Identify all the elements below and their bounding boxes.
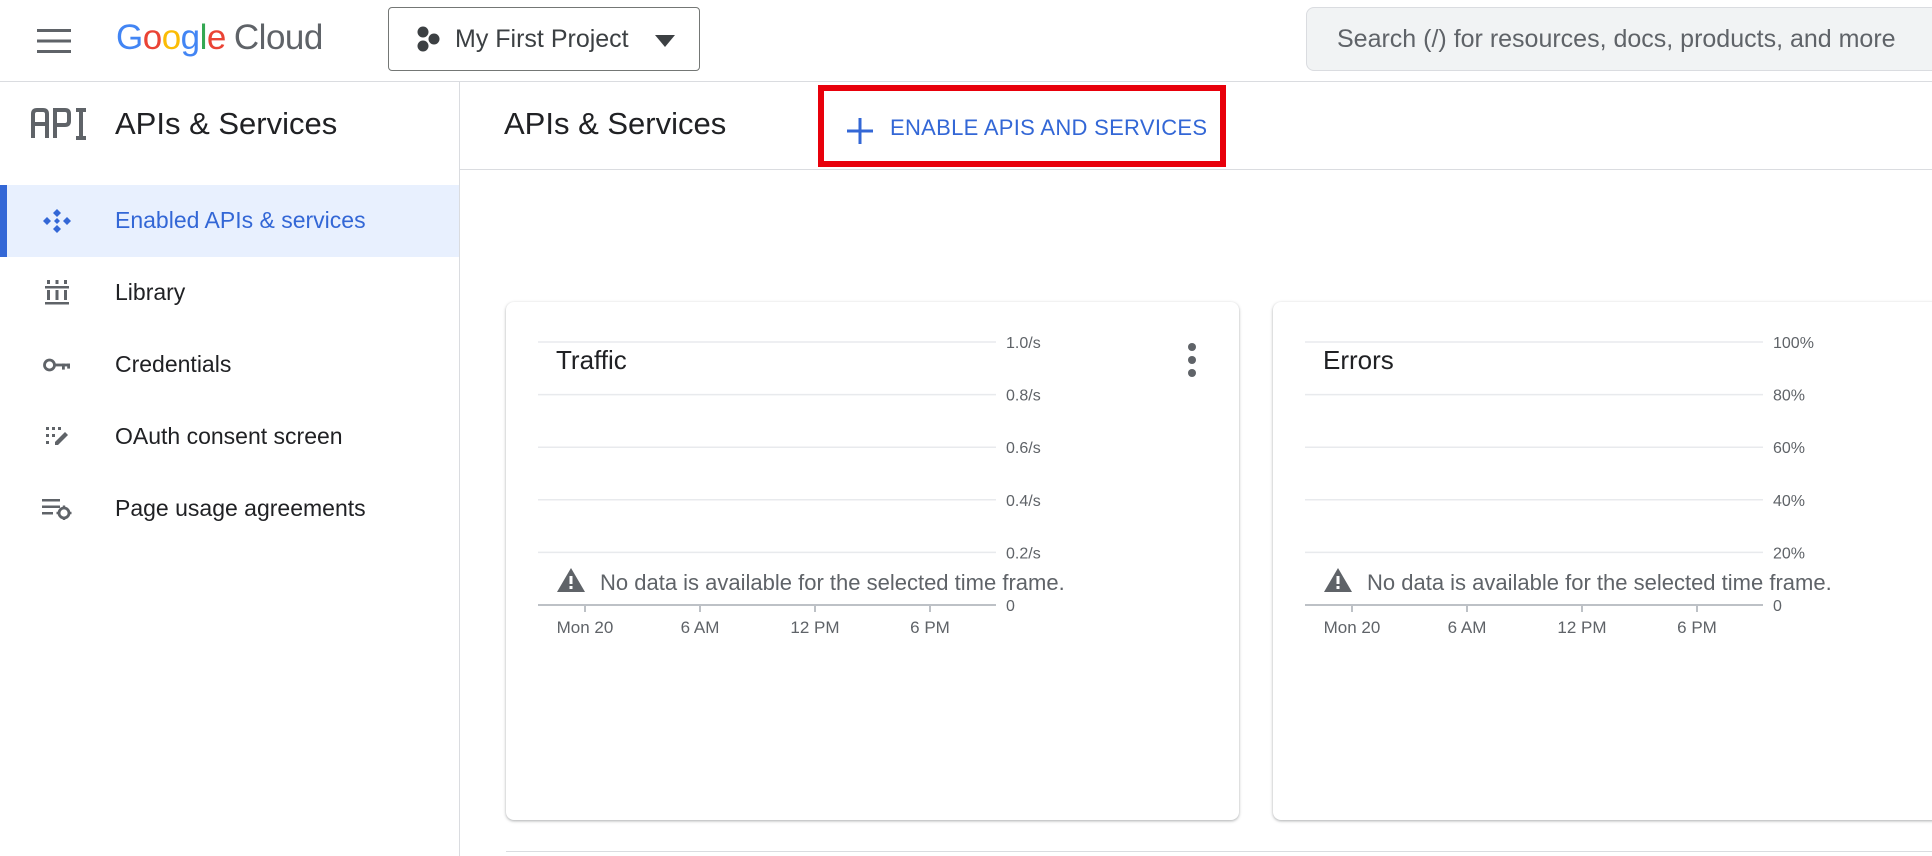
traffic-chart-card: Traffic 1.0/s 0.8/s 0.6/s 0.4/s 0.2/s 0 Mon 20… xyxy=(506,302,1239,820)
sidebar-item-oauth-consent[interactable]: OAuth consent screen xyxy=(0,401,459,473)
hamburger-menu-icon[interactable] xyxy=(30,17,78,65)
errors-chart-plot: 100% 80% 60% 40% 20% 0 Mon 20 6 AM 12 PM 6 PM xyxy=(1305,335,1814,637)
google-cloud-logo[interactable]: Google Cloud xyxy=(116,16,323,60)
project-hub-icon xyxy=(415,26,441,52)
warning-icon xyxy=(1323,567,1353,599)
page-title: APIs & Services xyxy=(504,106,727,141)
dropdown-caret-icon xyxy=(655,34,675,52)
y-tick-label: 0 xyxy=(1773,598,1782,615)
no-data-text: No data is available for the selected ti… xyxy=(600,570,1065,595)
x-tick-label: Mon 20 xyxy=(557,618,614,637)
sidebar-item-page-usage-agreements[interactable]: Page usage agreements xyxy=(0,473,459,545)
x-tick-label: 12 PM xyxy=(790,618,839,637)
enabled-apis-icon xyxy=(42,209,72,233)
x-tick-label: Mon 20 xyxy=(1324,618,1381,637)
logo-letter: g xyxy=(180,18,200,57)
sidebar-header: APIs & Services xyxy=(0,82,459,170)
search-input[interactable]: Search (/) for resources, docs, products… xyxy=(1306,7,1932,71)
top-bar: Google Cloud My First Project Search (/) … xyxy=(0,0,1932,82)
api-icon xyxy=(30,108,88,145)
key-icon xyxy=(42,353,72,377)
logo-letter: o xyxy=(142,18,162,57)
no-data-message: No data is available for the selected ti… xyxy=(1323,567,1836,599)
logo-letter: G xyxy=(116,18,143,57)
sidebar-item-credentials[interactable]: Credentials xyxy=(0,329,459,401)
x-tick-label: 6 AM xyxy=(681,618,720,637)
logo-letter: e xyxy=(206,18,226,57)
y-tick-label: 80% xyxy=(1773,388,1805,405)
google-wordmark: Google xyxy=(116,18,226,57)
enable-apis-label: ENABLE APIS AND SERVICES xyxy=(890,115,1208,140)
y-tick-label: 1.0/s xyxy=(1006,335,1041,352)
y-tick-label: 20% xyxy=(1773,545,1805,562)
sidebar: APIs & Services Enabled APIs & services xyxy=(0,82,460,856)
sidebar-item-label: Enabled APIs & services xyxy=(115,207,366,233)
main-header: APIs & Services ENABLE APIS AND SERVICES xyxy=(460,82,1932,170)
warning-icon xyxy=(556,567,586,599)
y-tick-label: 0.4/s xyxy=(1006,493,1041,510)
y-tick-label: 0.6/s xyxy=(1006,440,1041,457)
logo-letter: l xyxy=(199,18,208,57)
sidebar-item-label: Credentials xyxy=(115,351,232,377)
x-tick-label: 12 PM xyxy=(1557,618,1606,637)
project-name: My First Project xyxy=(455,24,629,53)
library-icon xyxy=(42,280,72,305)
content-divider xyxy=(506,851,1932,852)
y-tick-label: 0.2/s xyxy=(1006,545,1041,562)
x-tick-label: 6 PM xyxy=(1677,618,1717,637)
y-tick-label: 60% xyxy=(1773,440,1805,457)
errors-chart-card: Errors 100% 80% 60% 40% 20% 0 Mon 20 6 AM 12 PM 6… xyxy=(1273,302,1932,820)
sidebar-item-label: Library xyxy=(115,279,186,305)
y-tick-label: 0.8/s xyxy=(1006,388,1041,405)
y-tick-label: 40% xyxy=(1773,493,1805,510)
project-picker-button[interactable]: My First Project xyxy=(388,7,700,71)
no-data-text: No data is available for the selected ti… xyxy=(1367,570,1832,595)
oauth-consent-icon xyxy=(42,425,72,449)
sidebar-item-label: Page usage agreements xyxy=(115,495,366,521)
y-tick-label: 100% xyxy=(1773,335,1814,352)
plus-icon xyxy=(846,117,874,150)
y-tick-label: 0 xyxy=(1006,598,1015,615)
x-tick-label: 6 PM xyxy=(910,618,950,637)
page-usage-settings-icon xyxy=(42,497,72,521)
sidebar-item-enabled-apis[interactable]: Enabled APIs & services xyxy=(0,185,459,257)
cloud-wordmark: Cloud xyxy=(233,18,323,57)
logo-letter: o xyxy=(161,18,181,57)
enable-apis-button[interactable]: ENABLE APIS AND SERVICES xyxy=(818,85,1226,167)
sidebar-item-label: OAuth consent screen xyxy=(115,423,343,449)
sidebar-item-library[interactable]: Library xyxy=(0,257,459,329)
no-data-message: No data is available for the selected ti… xyxy=(556,567,1069,599)
traffic-chart-plot: 1.0/s 0.8/s 0.6/s 0.4/s 0.2/s 0 Mon 20 6 AM 12 P… xyxy=(538,335,1041,637)
x-tick-label: 6 AM xyxy=(1448,618,1487,637)
sidebar-title: APIs & Services xyxy=(115,106,338,141)
